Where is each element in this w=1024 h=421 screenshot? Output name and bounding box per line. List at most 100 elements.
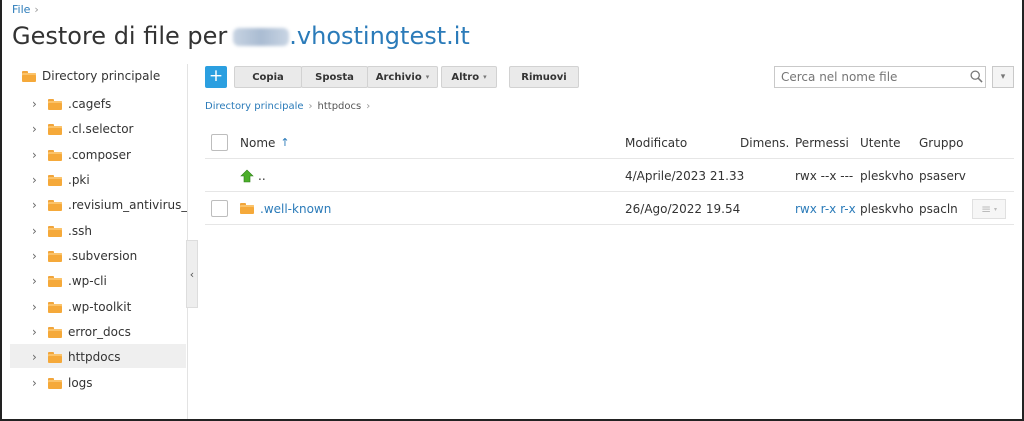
chevron-right-icon[interactable]: › [32, 249, 44, 263]
folder-icon [240, 203, 254, 214]
select-all-checkbox[interactable] [211, 134, 228, 151]
file-name-link[interactable]: .well-known [260, 202, 331, 216]
window-frame-left [0, 0, 2, 421]
chevron-right-icon[interactable]: › [32, 198, 44, 212]
tree-item-revisium[interactable]: › .revisium_antivirus_cach [32, 195, 188, 215]
copy-button[interactable]: Copia [234, 66, 302, 88]
tree-item-ssh[interactable]: › .ssh [32, 221, 92, 241]
permissions-link[interactable]: rwx r-x r-x [795, 192, 856, 225]
tree-item-logs[interactable]: › logs [32, 373, 93, 393]
tree-item-cl-selector[interactable]: › .cl.selector [32, 119, 134, 139]
tree-item-httpdocs[interactable]: › httpdocs [32, 347, 120, 367]
table-header: Nome ↑ Modificato Dimens. Permessi Utente… [205, 126, 1014, 159]
breadcrumb-separator: › [366, 101, 371, 112]
folder-icon [48, 301, 62, 313]
breadcrumb-file-link[interactable]: File [12, 3, 30, 16]
tree-item-wp-cli[interactable]: › .wp-cli [32, 271, 107, 291]
menu-icon: ≡ [980, 202, 992, 216]
row-checkbox[interactable] [211, 200, 228, 217]
remove-button-label: Rimuovi [521, 71, 567, 83]
chevron-right-icon[interactable]: › [32, 274, 44, 288]
tree-item-label: .subversion [68, 249, 138, 263]
search-input[interactable] [774, 66, 986, 88]
file-name-cell[interactable]: .well-known [240, 192, 331, 225]
breadcrumb-separator: › [308, 101, 313, 112]
file-name-cell[interactable]: .. [240, 159, 266, 192]
modified-cell: 26/Ago/2022 19.54 [625, 201, 741, 216]
chevron-right-icon[interactable]: › [32, 122, 44, 136]
tree-item-label: .revisium_antivirus_cach [68, 198, 188, 212]
tree-item-label: .ssh [68, 224, 92, 238]
add-button[interactable]: + [205, 66, 227, 88]
redacted-domain-blur [233, 28, 290, 46]
group-cell: psaserv [919, 168, 966, 183]
folder-icon [48, 275, 62, 287]
path-root-link[interactable]: Directory principale [205, 101, 304, 112]
chevron-right-icon[interactable]: › [32, 97, 44, 111]
archive-dropdown-button[interactable]: Archivio ▾ [367, 66, 438, 88]
chevron-right-icon[interactable]: › [32, 325, 44, 339]
column-header-modified[interactable]: Modificato [625, 126, 687, 159]
other-dropdown-button[interactable]: Altro ▾ [441, 66, 497, 88]
chevron-down-icon: ▾ [425, 73, 430, 81]
folder-icon [48, 377, 62, 389]
chevron-down-icon: ▾ [994, 205, 998, 213]
remove-button[interactable]: Rimuovi [509, 66, 579, 88]
table-row[interactable]: .. 4/Aprile/2023 21.33 rwx --x --- plesk… [205, 159, 1014, 192]
tree-item-wp-toolkit[interactable]: › .wp-toolkit [32, 297, 131, 317]
search-icon[interactable] [970, 70, 983, 83]
folder-icon [48, 351, 62, 363]
path-breadcrumb: Directory principale › httpdocs › [205, 101, 375, 112]
tree-item-subversion[interactable]: › .subversion [32, 246, 137, 266]
modified-cell: 4/Aprile/2023 21.33 [625, 168, 745, 183]
page-title: Gestore di file per .vhostingtest.it [12, 22, 470, 50]
folder-icon [48, 250, 62, 262]
group-cell: psacln [919, 201, 958, 216]
column-header-permissions[interactable]: Permessi [795, 126, 849, 159]
chevron-right-icon[interactable]: › [32, 224, 44, 238]
page-title-prefix: Gestore di file per [12, 22, 228, 50]
chevron-right-icon[interactable]: › [32, 350, 44, 364]
archive-button-label: Archivio [375, 71, 422, 83]
chevron-right-icon[interactable]: › [32, 173, 44, 187]
tree-item-error-docs[interactable]: › error_docs [32, 322, 131, 342]
tree-item-label: logs [68, 376, 93, 390]
folder-icon [48, 326, 62, 338]
tree-root-item[interactable]: Directory principale [22, 69, 160, 83]
chevron-right-icon[interactable]: › [32, 300, 44, 314]
parent-directory-icon [240, 169, 254, 182]
breadcrumb-separator: › [34, 3, 39, 16]
column-header-group[interactable]: Gruppo [919, 126, 963, 159]
column-header-user[interactable]: Utente [860, 126, 901, 159]
folder-icon [48, 98, 62, 110]
column-header-name[interactable]: Nome ↑ [240, 126, 290, 159]
file-name[interactable]: .. [258, 169, 266, 183]
move-button[interactable]: Sposta [301, 66, 368, 88]
tree-item-composer[interactable]: › .composer [32, 145, 131, 165]
sort-ascending-icon: ↑ [280, 136, 290, 149]
chevron-down-icon: ▾ [483, 73, 487, 81]
chevron-right-icon[interactable]: › [32, 148, 44, 162]
search-options-dropdown[interactable]: ▾ [992, 66, 1014, 88]
column-header-size[interactable]: Dimens. [740, 126, 789, 159]
row-actions-menu-button[interactable]: ≡ ▾ [972, 199, 1006, 219]
tree-item-pki[interactable]: › .pki [32, 170, 90, 190]
tree-item-label: error_docs [68, 325, 131, 339]
tree-item-cagefs[interactable]: › .cagefs [32, 94, 111, 114]
top-breadcrumb: File › [12, 3, 39, 16]
folder-icon [22, 70, 36, 82]
folder-icon [48, 174, 62, 186]
folder-icon [48, 225, 62, 237]
table-row[interactable]: .well-known 26/Ago/2022 19.54 rwx r-x r-… [205, 192, 1014, 225]
move-button-label: Sposta [315, 71, 354, 83]
tree-item-label: .wp-toolkit [68, 300, 132, 314]
tree-item-label: .pki [68, 173, 90, 187]
directory-tree-sidebar: Directory principale › .cagefs › .cl.selec… [10, 64, 188, 419]
chevron-right-icon[interactable]: › [32, 376, 44, 390]
collapse-sidebar-button[interactable]: ‹ [186, 240, 198, 308]
path-current: httpdocs [317, 101, 362, 112]
folder-icon [48, 123, 62, 135]
tree-item-label: .cl.selector [68, 122, 134, 136]
folder-icon [48, 199, 62, 211]
tree-item-label: .composer [68, 148, 131, 162]
